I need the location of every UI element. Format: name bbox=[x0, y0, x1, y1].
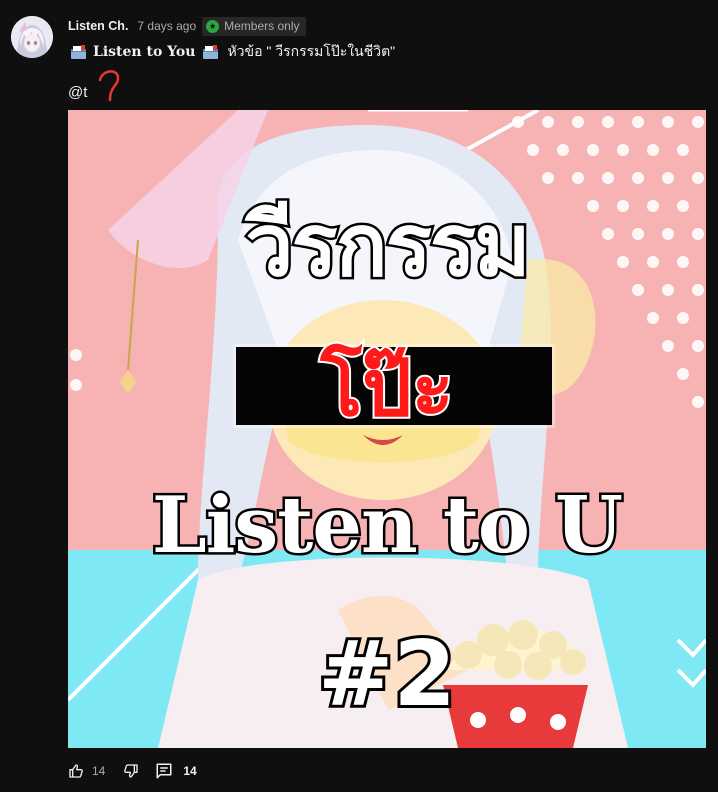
post-actions: 14 14 bbox=[68, 760, 197, 782]
thumbs-up-icon bbox=[69, 764, 83, 778]
comment-count: 14 bbox=[183, 764, 197, 778]
mailbox-icon bbox=[70, 44, 87, 60]
comment-button[interactable]: 14 bbox=[155, 762, 197, 780]
members-star-icon bbox=[206, 19, 220, 33]
dislike-button[interactable] bbox=[123, 763, 139, 779]
members-only-label: Members only bbox=[224, 19, 300, 33]
members-only-badge: Members only bbox=[202, 16, 306, 36]
artwork-episode-number: #2 bbox=[315, 619, 459, 730]
post-title: Listen to You หัวข้อ " วีรกรรมโป๊ะในชีวิ… bbox=[70, 41, 395, 63]
thumbs-down-icon bbox=[124, 764, 139, 778]
avatar-image bbox=[11, 16, 53, 58]
author-name[interactable]: Listen Ch. bbox=[68, 19, 128, 33]
post-mention[interactable]: @t bbox=[68, 84, 87, 101]
community-post: Listen Ch. 7 days ago Members only Liste… bbox=[0, 0, 718, 792]
mailbox-icon bbox=[202, 44, 219, 60]
artwork-title-line2: โป๊ะ bbox=[318, 342, 455, 436]
like-button[interactable] bbox=[68, 763, 84, 779]
like-count: 14 bbox=[92, 764, 106, 778]
artwork-title-line1: วีรกรรม bbox=[243, 194, 534, 299]
comment-icon bbox=[156, 763, 172, 779]
post-meta: Listen Ch. 7 days ago Members only bbox=[68, 16, 306, 36]
author-avatar[interactable] bbox=[11, 16, 53, 58]
post-image[interactable]: วีรกรรม โป๊ะ Listen to U #2 bbox=[68, 110, 706, 748]
post-title-name: Listen to You bbox=[93, 44, 196, 60]
post-title-topic: หัวข้อ " วีรกรรมโป๊ะในชีวิต" bbox=[227, 43, 396, 59]
post-timestamp[interactable]: 7 days ago bbox=[137, 19, 196, 33]
artwork-title-line3: Listen to U bbox=[149, 478, 625, 574]
